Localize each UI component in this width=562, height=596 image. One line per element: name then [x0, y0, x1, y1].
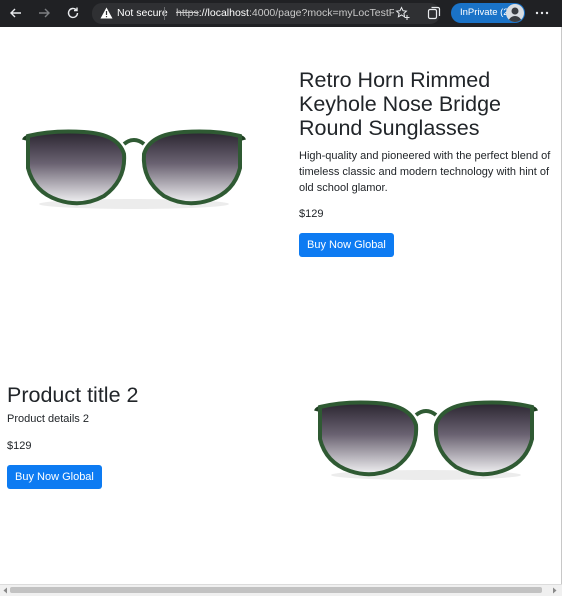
url-path: :4000/page?mock=myLocTestPag...: [248, 7, 394, 19]
inprivate-button[interactable]: InPrivate (2): [451, 3, 525, 23]
product-2-title: Product title 2: [7, 383, 139, 407]
url-text[interactable]: https://localhost:4000/page?mock=myLocTe…: [176, 7, 394, 19]
horizontal-scrollbar[interactable]: [0, 584, 562, 596]
avatar: [506, 4, 524, 22]
collections-icon[interactable]: [427, 6, 441, 20]
refresh-button[interactable]: [62, 3, 84, 23]
product-2-buy-button[interactable]: Buy Now Global: [7, 465, 102, 489]
scroll-left-icon[interactable]: [2, 587, 9, 594]
favorite-star-icon[interactable]: [395, 6, 410, 21]
back-button[interactable]: [5, 3, 27, 23]
page-content: Retro Horn Rimmed Keyhole Nose Bridge Ro…: [0, 27, 562, 584]
warning-icon: [100, 7, 113, 19]
forward-icon: [39, 8, 50, 18]
address-bar[interactable]: Not secure https://localhost:4000/page?m…: [92, 3, 440, 24]
forward-button[interactable]: [33, 3, 55, 23]
product-1-buy-button[interactable]: Buy Now Global: [299, 233, 394, 257]
browser-toolbar: Not secure https://localhost:4000/page?m…: [0, 0, 562, 27]
product-2-image: [314, 400, 538, 480]
refresh-icon: [67, 7, 79, 19]
more-icon[interactable]: [534, 7, 550, 19]
product-2-price: $129: [7, 440, 32, 452]
address-divider: [164, 7, 165, 20]
url-scheme: https: [176, 7, 199, 19]
product-1-image: [22, 129, 246, 209]
back-icon: [10, 8, 21, 18]
inprivate-label: InPrivate (2): [460, 7, 512, 18]
scroll-right-icon[interactable]: [551, 587, 558, 594]
url-host: ://localhost: [198, 7, 249, 19]
product-2-description: Product details 2: [7, 413, 89, 425]
security-status[interactable]: Not secure: [117, 7, 168, 19]
scrollbar-thumb[interactable]: [10, 587, 542, 593]
profile-icon: [508, 7, 522, 22]
product-1-title: Retro Horn Rimmed Keyhole Nose Bridge Ro…: [299, 68, 501, 140]
product-1-description: High-quality and pioneered with the perf…: [299, 150, 551, 194]
product-1-price: $129: [299, 208, 324, 220]
